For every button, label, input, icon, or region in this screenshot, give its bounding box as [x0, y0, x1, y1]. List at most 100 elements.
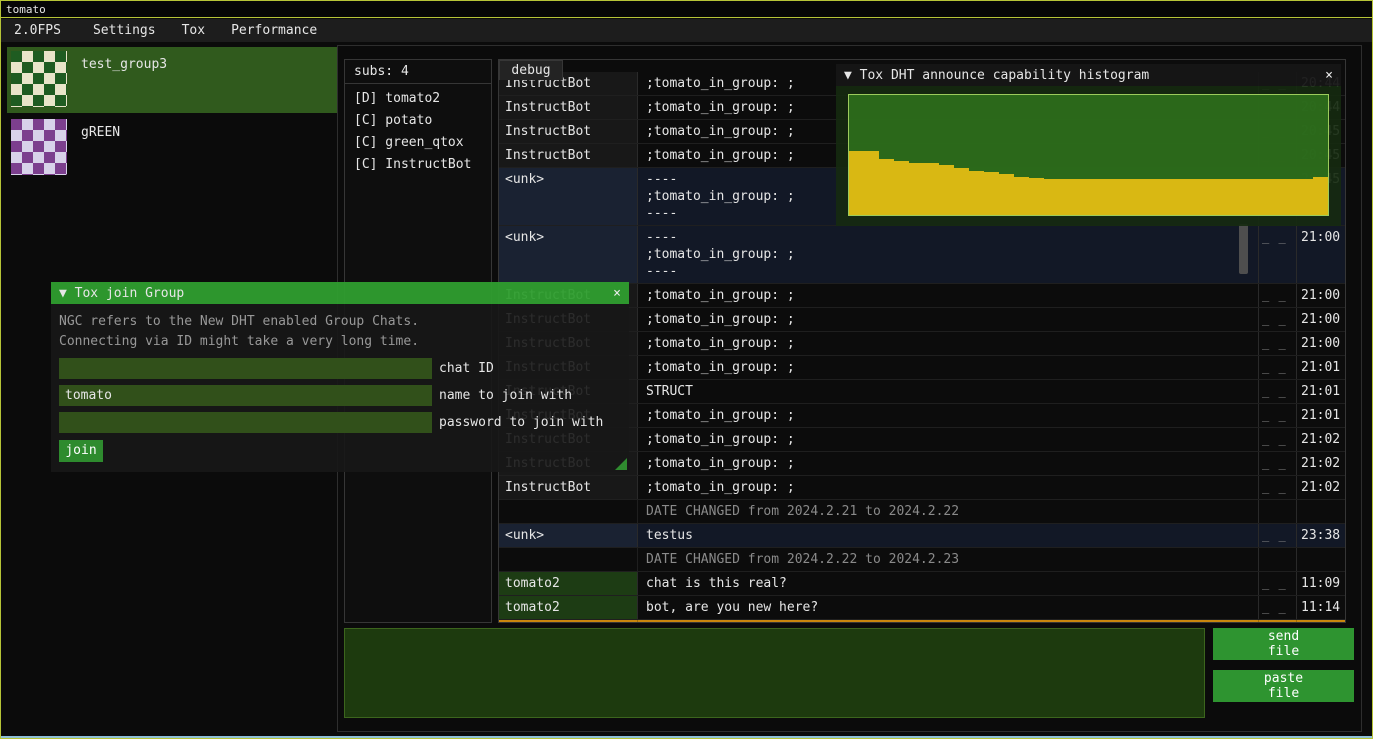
histogram-bar: [1044, 179, 1059, 215]
join-group-body: NGC refers to the New DHT enabled Group …: [51, 304, 629, 472]
os-titlebar[interactable]: tomato: [1, 1, 1372, 18]
message-text: ;tomato_in_group: ;: [638, 284, 1258, 307]
histogram-bar: [1268, 179, 1283, 215]
message-timestamp: 21:01: [1296, 404, 1345, 427]
subscriber-item[interactable]: [C] InstructBot: [345, 154, 491, 176]
subscribers-header: subs: 4: [345, 60, 491, 84]
group-list-item[interactable]: gREEN: [7, 115, 337, 181]
menu-item[interactable]: Settings: [80, 19, 169, 42]
histogram-bar: [849, 151, 864, 215]
menu-item[interactable]: 2.0FPS: [1, 19, 74, 42]
message-row[interactable]: <unk> testus _ _ 23:38: [499, 524, 1345, 548]
join-field-input[interactable]: tomato: [59, 385, 432, 406]
message-receipt-marks: _ _: [1258, 356, 1296, 379]
message-text: ;tomato_in_group: ;: [638, 428, 1258, 451]
menu-item[interactable]: Tox: [169, 19, 218, 42]
message-sender: InstructBot: [499, 620, 638, 623]
dht-histogram-window: ▼ Tox DHT announce capability histogram …: [836, 64, 1341, 226]
message-row[interactable]: tomato2 chat is this real? _ _ 11:09: [499, 572, 1345, 596]
message-timestamp: 21:00: [1296, 308, 1345, 331]
join-group-window: ▼ Tox join Group × NGC refers to the New…: [51, 282, 629, 472]
message-text: STRUCT: [638, 380, 1258, 403]
histogram-bar: [1238, 179, 1253, 215]
dht-histogram-body: [836, 86, 1341, 226]
message-timestamp: 21:01: [1296, 380, 1345, 403]
menubar: 2.0FPS Settings Tox Performance: [1, 19, 1372, 42]
histogram-bar: [1208, 179, 1223, 215]
message-sender: <unk>: [499, 226, 638, 283]
chat-scrollbar[interactable]: [1239, 224, 1248, 274]
group-name: gREEN: [81, 125, 120, 140]
join-group-titlebar[interactable]: ▼ Tox join Group ×: [51, 282, 629, 304]
message-receipt-marks: _ _: [1258, 308, 1296, 331]
message-receipt-marks: _ _: [1258, 226, 1296, 283]
message-timestamp: 11:15: [1296, 620, 1345, 623]
join-button[interactable]: join: [59, 440, 103, 462]
message-sender: <unk>: [499, 168, 638, 225]
message-sender: tomato2: [499, 572, 638, 595]
histogram-bar: [1193, 179, 1208, 215]
histogram-bar: [1283, 179, 1298, 215]
message-input[interactable]: [344, 628, 1205, 718]
histogram-bar: [864, 151, 879, 215]
histogram-bar: [1298, 179, 1313, 215]
join-field-row: chat ID: [59, 358, 621, 379]
message-receipt-marks: _ _: [1258, 332, 1296, 355]
menu-item[interactable]: Performance: [218, 19, 330, 42]
message-text: ;tomato_in_group: ;: [638, 308, 1258, 331]
message-timestamp: 21:02: [1296, 428, 1345, 451]
message-sender: [499, 548, 638, 571]
close-icon[interactable]: ×: [1317, 68, 1333, 83]
join-field-row: password to join with: [59, 412, 621, 433]
histogram-bar: [1163, 179, 1178, 215]
message-text: ;tomato_in_group: ;: [638, 404, 1258, 427]
message-timestamp: 11:14: [1296, 596, 1345, 619]
message-receipt-marks: [1258, 548, 1296, 571]
dht-histogram-titlebar[interactable]: ▼ Tox DHT announce capability histogram …: [836, 64, 1341, 86]
histogram-bar: [1103, 179, 1118, 215]
subscriber-item[interactable]: [C] potato: [345, 110, 491, 132]
resize-grip[interactable]: [615, 458, 627, 470]
group-list-item[interactable]: test_group3: [7, 47, 337, 113]
message-sender: tomato2: [499, 596, 638, 619]
subscriber-item[interactable]: [C] green_qtox: [345, 132, 491, 154]
dht-histogram-title: ▼ Tox DHT announce capability histogram: [844, 68, 1317, 83]
tab-debug[interactable]: debug: [499, 60, 563, 80]
message-row[interactable]: tomato2 bot, are you new here? _ _ 11:14: [499, 596, 1345, 620]
message-timestamp: 21:02: [1296, 476, 1345, 499]
message-timestamp: [1296, 548, 1345, 571]
message-timestamp: [1296, 500, 1345, 523]
histogram-bar: [1133, 179, 1148, 215]
close-icon[interactable]: ×: [605, 286, 621, 301]
message-sender: InstructBot: [499, 96, 638, 119]
message-timestamp: 21:00: [1296, 332, 1345, 355]
subscriber-item[interactable]: [D] tomato2: [345, 88, 491, 110]
message-receipt-marks: _ _: [1258, 596, 1296, 619]
paste-file-button[interactable]: paste file: [1213, 670, 1354, 702]
message-receipt-marks: _ _: [1258, 524, 1296, 547]
message-row[interactable]: DATE CHANGED from 2024.2.22 to 2024.2.23: [499, 548, 1345, 572]
message-text: No, I've been in this group for quite so…: [638, 620, 1258, 623]
dht-histogram-plot: [848, 94, 1329, 216]
send-file-button[interactable]: send file: [1213, 628, 1354, 660]
message-row[interactable]: InstructBot No, I've been in this group …: [499, 620, 1345, 623]
message-receipt-marks: _ _: [1258, 452, 1296, 475]
join-field-input[interactable]: [59, 358, 432, 379]
message-timestamp: 11:09: [1296, 572, 1345, 595]
message-timestamp: 21:02: [1296, 452, 1345, 475]
message-sender: InstructBot: [499, 144, 638, 167]
histogram-bar: [1059, 179, 1074, 215]
message-receipt-marks: d: [1258, 620, 1296, 623]
message-timestamp: 21:00: [1296, 226, 1345, 283]
group-list: test_group3 gREEN: [7, 47, 337, 183]
message-text: ;tomato_in_group: ;: [638, 476, 1258, 499]
message-row[interactable]: DATE CHANGED from 2024.2.21 to 2024.2.22: [499, 500, 1345, 524]
message-row[interactable]: <unk> ---- ;tomato_in_group: ; ---- _ _ …: [499, 226, 1345, 284]
join-field-input[interactable]: [59, 412, 432, 433]
histogram-bar: [1074, 179, 1089, 215]
message-receipt-marks: _ _: [1258, 476, 1296, 499]
histogram-bar: [924, 163, 939, 215]
histogram-bar: [1223, 179, 1238, 215]
message-row[interactable]: InstructBot ;tomato_in_group: ; _ _ 21:0…: [499, 476, 1345, 500]
histogram-bar: [939, 165, 954, 215]
